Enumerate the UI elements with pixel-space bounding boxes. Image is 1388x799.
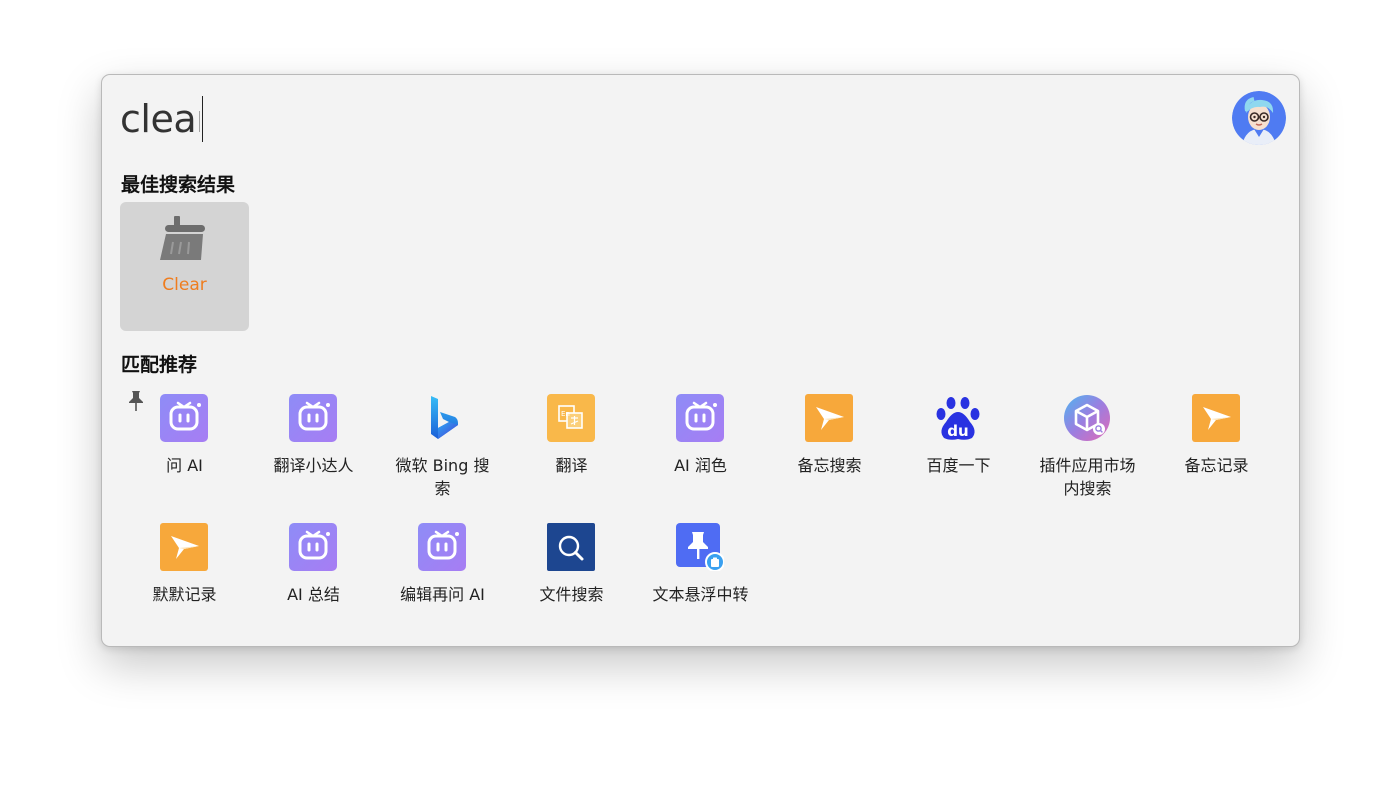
- file-search-icon: [547, 523, 595, 571]
- best-result-clear[interactable]: Clear: [120, 202, 249, 331]
- recommend-item-label: 文本悬浮中转: [652, 585, 749, 604]
- recommend-item-label: 备忘搜索: [797, 456, 862, 475]
- robot-icon: [676, 394, 724, 442]
- recommend-item-label: AI 润色: [674, 456, 727, 475]
- recommend-item-label: 默默记录: [152, 585, 217, 604]
- robot-icon: [289, 523, 337, 571]
- robot-icon: [289, 394, 337, 442]
- baidu-paw-icon: du: [936, 397, 980, 440]
- recommend-item-label: 翻译小达人: [273, 456, 354, 475]
- recommend-item-baidu[interactable]: du 百度一下: [894, 394, 1023, 523]
- launcher-window: 最佳搜索结果 Clear 匹配推荐 问 AI: [101, 74, 1300, 647]
- recommend-item-label: 百度一下: [926, 456, 991, 475]
- recommend-item-label: 微软 Bing 搜索: [395, 456, 490, 498]
- recommend-item-label: 插件应用市场内搜索: [1039, 456, 1136, 498]
- avatar[interactable]: [1232, 91, 1286, 145]
- broom-icon: [160, 216, 205, 260]
- bing-icon: [431, 396, 458, 439]
- recommend-item-plugin-market-search[interactable]: 插件应用市场内搜索: [1023, 394, 1152, 523]
- robot-icon: [160, 394, 208, 442]
- text-caret: [202, 96, 203, 142]
- recommend-item-silent-record[interactable]: 默默记录: [120, 523, 249, 652]
- pin-clipboard-icon: [676, 523, 724, 571]
- translate-icon: En: [547, 394, 595, 442]
- plugin-market-icon: [1064, 395, 1110, 441]
- recommend-item-ask-ai[interactable]: 问 AI: [120, 394, 249, 523]
- recommend-item-label: AI 总结: [287, 585, 340, 604]
- recommend-item-ai-summary[interactable]: AI 总结: [249, 523, 378, 652]
- recommend-item-label: 编辑再问 AI: [400, 585, 485, 604]
- section-title-recommend: 匹配推荐: [121, 354, 198, 376]
- star-note-icon: [160, 523, 208, 571]
- search-input[interactable]: [120, 97, 200, 141]
- star-note-icon: [1192, 394, 1240, 442]
- best-result-label: Clear: [162, 275, 207, 295]
- recommend-item-text-float-relay[interactable]: 文本悬浮中转: [636, 523, 765, 652]
- recommend-item-label: 翻译: [555, 456, 588, 475]
- recommend-item-translate[interactable]: En 翻译: [507, 394, 636, 523]
- recommend-item-ai-polish[interactable]: AI 润色: [636, 394, 765, 523]
- svg-text:En: En: [561, 410, 570, 418]
- recommend-grid: 问 AI 翻译小达人 微软 Bing 搜索 En 翻译 AI 润色 备忘搜索 d…: [120, 394, 1290, 652]
- star-note-icon: [805, 394, 853, 442]
- recommend-item-label: 问 AI: [166, 456, 203, 475]
- recommend-item-label: 备忘记录: [1184, 456, 1249, 475]
- robot-icon: [418, 523, 466, 571]
- recommend-item-edit-ask-ai[interactable]: 编辑再问 AI: [378, 523, 507, 652]
- avatar-icon: [1232, 91, 1286, 145]
- recommend-item-memo-search[interactable]: 备忘搜索: [765, 394, 894, 523]
- svg-text:du: du: [947, 422, 968, 440]
- recommend-item-memo-record[interactable]: 备忘记录: [1152, 394, 1281, 523]
- search-bar[interactable]: [120, 91, 203, 147]
- recommend-item-translate-expert[interactable]: 翻译小达人: [249, 394, 378, 523]
- recommend-item-bing-search[interactable]: 微软 Bing 搜索: [378, 394, 507, 523]
- section-title-best: 最佳搜索结果: [121, 174, 236, 196]
- recommend-item-file-search[interactable]: 文件搜索: [507, 523, 636, 652]
- recommend-item-label: 文件搜索: [539, 585, 604, 604]
